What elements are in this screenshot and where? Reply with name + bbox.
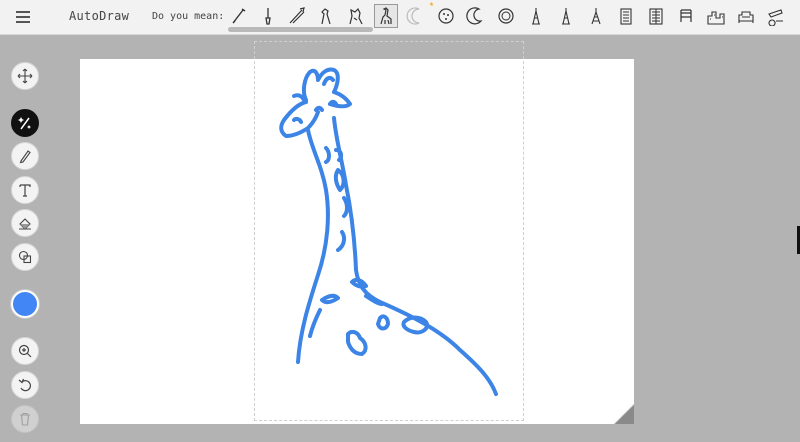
zoom-tool-button[interactable] [11, 337, 39, 365]
top-bar: AutoDraw Do you mean: ★ [0, 0, 800, 35]
moon-icon [466, 7, 483, 25]
animal-icon [349, 7, 363, 25]
suggestion-building-2[interactable] [644, 4, 668, 28]
suggestion-crescent-moon[interactable]: ★ [404, 0, 434, 28]
autodraw-tool-button[interactable] [11, 109, 39, 137]
suggestion-giraffe[interactable] [374, 4, 398, 28]
suggestion-building-1[interactable] [614, 4, 638, 28]
suggestions-scrollbar[interactable] [228, 27, 373, 32]
brush-icon [265, 8, 271, 25]
color-picker-button[interactable] [11, 290, 39, 318]
sofa-icon [738, 11, 754, 23]
suggestion-moon[interactable] [464, 4, 488, 28]
suggestion-guide-frame [254, 41, 524, 421]
pencil-icon [19, 150, 31, 164]
suggestion-cookie[interactable] [434, 4, 458, 28]
delete-button[interactable] [11, 405, 39, 433]
building-icon [620, 8, 632, 25]
suggestion-giraffe-head[interactable] [314, 4, 338, 28]
suggestion-eiffel-tower-1[interactable] [524, 4, 548, 28]
chair-icon [680, 9, 692, 22]
eiffel-tower-icon [591, 8, 601, 25]
suggestion-round-face[interactable] [494, 4, 518, 28]
suggestion-brush[interactable] [256, 4, 280, 28]
suggestion-paintbrush[interactable] [227, 4, 251, 28]
suggestion-tools[interactable] [285, 4, 309, 28]
undo-icon [18, 378, 31, 392]
fill-icon [19, 218, 31, 230]
text-tool-button[interactable] [11, 176, 39, 204]
fill-tool-button[interactable] [11, 209, 39, 237]
suggestions-label: Do you mean: [152, 11, 225, 22]
suggestion-eiffel-tower-3[interactable] [584, 4, 608, 28]
move-tool-button[interactable] [11, 62, 39, 90]
suggestion-chair[interactable] [674, 4, 698, 28]
paintbrush-icon [232, 8, 246, 24]
city-icon [707, 11, 725, 25]
zoom-in-icon [18, 344, 32, 358]
app-title: AutoDraw [69, 9, 130, 23]
autodraw-icon [18, 117, 31, 130]
text-icon [19, 184, 31, 197]
giraffe-icon [380, 7, 392, 25]
suggestion-sofa[interactable] [734, 4, 758, 28]
move-icon [17, 68, 33, 84]
shape-icon [18, 250, 32, 264]
crescent-moon-icon [406, 7, 420, 25]
cookie-icon [438, 8, 454, 24]
suggestion-eiffel-tower-2[interactable] [554, 4, 578, 28]
tools-icon [289, 7, 305, 24]
eiffel-tower-icon [562, 8, 570, 25]
pencil-tool-button[interactable] [11, 142, 39, 170]
round-face-icon [498, 8, 514, 24]
building-icon [649, 8, 663, 25]
suggestion-city[interactable] [704, 4, 728, 28]
suggestion-animal[interactable] [344, 4, 368, 28]
cannon-icon [768, 9, 783, 26]
hamburger-menu-icon[interactable] [14, 9, 34, 25]
eiffel-tower-icon [532, 8, 540, 25]
canvas-resize-handle[interactable] [614, 404, 634, 424]
suggestion-cannon[interactable] [764, 4, 788, 28]
giraffe-head-icon [321, 8, 331, 25]
shape-tool-button[interactable] [11, 243, 39, 271]
undo-button[interactable] [11, 371, 39, 399]
trash-icon [20, 412, 30, 426]
